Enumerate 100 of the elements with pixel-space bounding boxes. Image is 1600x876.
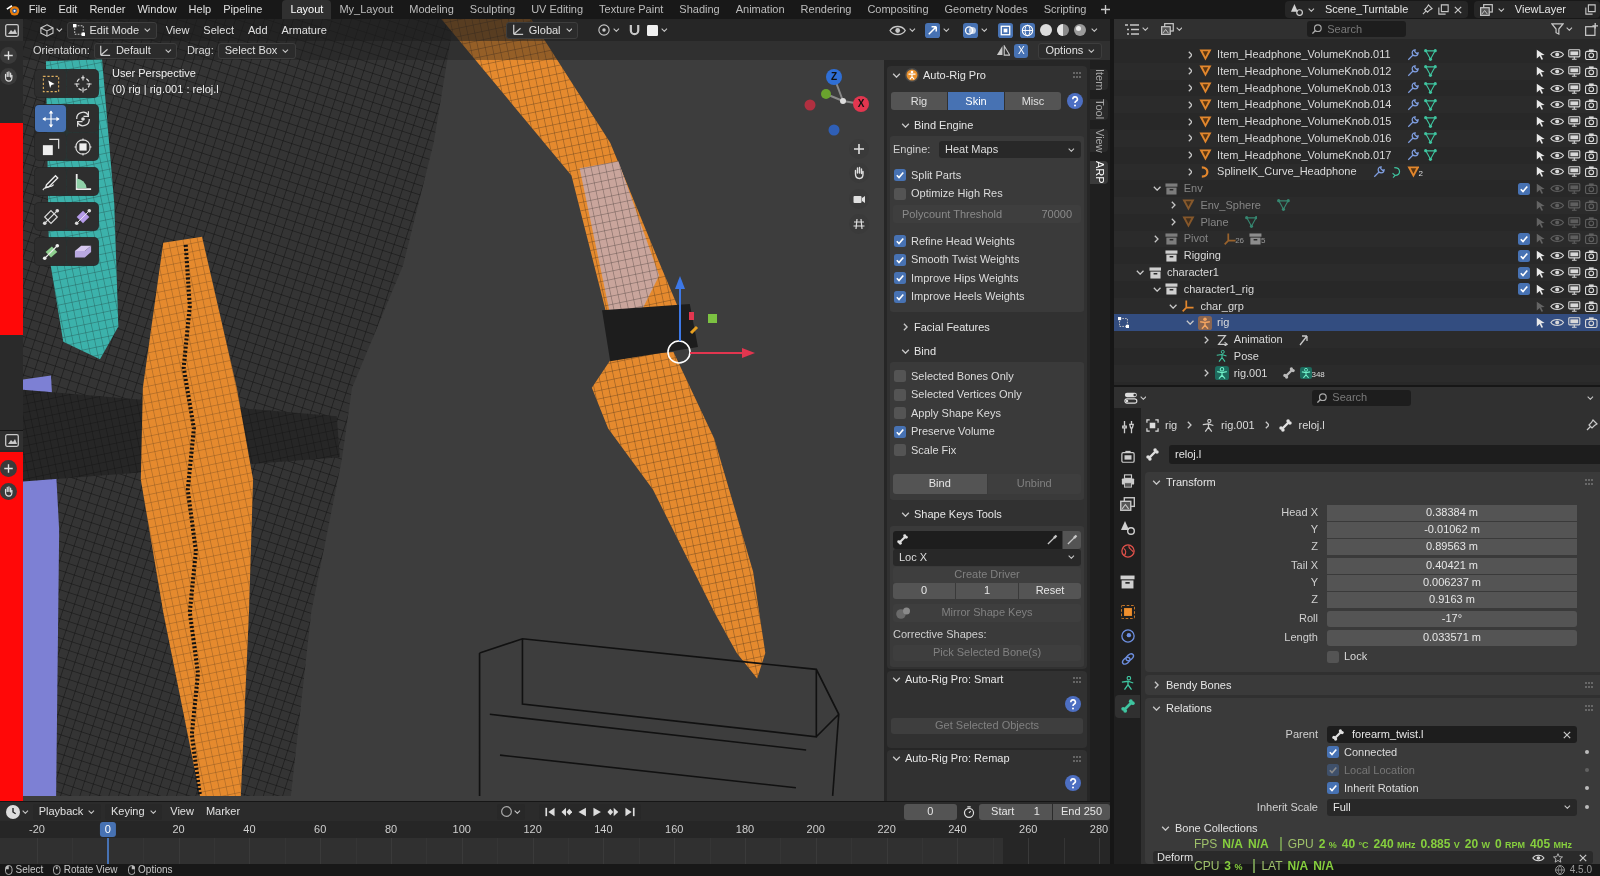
- overlapping-circles-icon[interactable]: [962, 22, 978, 38]
- help-icon[interactable]: [1067, 93, 1083, 109]
- play-reverse-icon[interactable]: [578, 806, 587, 817]
- nested-squares-icon[interactable]: [998, 22, 1014, 38]
- list-icon[interactable]: [1124, 22, 1140, 36]
- eye-icon[interactable]: [1550, 251, 1565, 261]
- panel-title[interactable]: Bind Engine: [914, 119, 974, 131]
- cursor-arrow-icon[interactable]: [1535, 82, 1546, 94]
- diagonal-arrow-icon[interactable]: [925, 22, 941, 38]
- tab[interactable]: Rig: [891, 92, 947, 110]
- chevron-down-icon[interactable]: [901, 122, 910, 128]
- cursor-arrow-icon[interactable]: [1535, 65, 1546, 77]
- number-field[interactable]: 0.89563 m: [1327, 538, 1577, 555]
- help-icon[interactable]: [1065, 774, 1081, 791]
- checkbox[interactable]: [894, 370, 906, 383]
- lit-sphere-icon[interactable]: [1074, 24, 1087, 36]
- workspace-tab[interactable]: UV Editing: [523, 0, 592, 19]
- panel-title[interactable]: Relations: [1166, 702, 1212, 714]
- menu-item[interactable]: Add: [240, 20, 275, 40]
- chevron-down-icon[interactable]: [1185, 320, 1195, 326]
- panel-title[interactable]: Bind: [914, 345, 937, 357]
- workspace-tab[interactable]: Compositing: [859, 0, 937, 19]
- chevron-right-icon[interactable]: [901, 323, 910, 331]
- swatch-icon[interactable]: [646, 24, 658, 36]
- pin-icon[interactable]: [1422, 4, 1434, 15]
- checkbox[interactable]: [1327, 746, 1339, 758]
- skip-start-icon[interactable]: [544, 806, 555, 817]
- workspace-tab[interactable]: Shading: [671, 0, 728, 19]
- panel-title[interactable]: Auto-Rig Pro: [923, 69, 986, 81]
- tool-button[interactable]: [35, 168, 66, 195]
- sidebar-tab[interactable]: Tool: [1090, 99, 1108, 120]
- eye-icon[interactable]: [1550, 133, 1565, 143]
- scene-selector[interactable]: Scene_Turntable: [1285, 1, 1469, 18]
- help-icon[interactable]: [1065, 695, 1081, 712]
- camera-icon[interactable]: [1585, 65, 1598, 77]
- tool-button[interactable]: [35, 133, 66, 160]
- tool-button[interactable]: [35, 238, 66, 265]
- playhead[interactable]: 0: [99, 822, 116, 837]
- hand-icon[interactable]: [0, 483, 17, 500]
- next-keyframe-icon[interactable]: [607, 806, 619, 817]
- cursor-arrow-icon[interactable]: [1535, 317, 1546, 329]
- chevron-down-icon[interactable]: [1135, 270, 1145, 275]
- chevron-right-icon[interactable]: [1171, 201, 1176, 210]
- toggle-switches-icon[interactable]: [1124, 391, 1138, 404]
- clock-icon[interactable]: [6, 804, 20, 819]
- workspace-tab[interactable]: Geometry Nodes: [936, 0, 1036, 19]
- monitor-icon[interactable]: [1568, 267, 1581, 278]
- eye-icon[interactable]: [1550, 66, 1565, 76]
- chevron-right-icon[interactable]: [1187, 84, 1193, 93]
- bone-search-field[interactable]: [893, 530, 1062, 549]
- number-field[interactable]: 0.006237 m: [1327, 574, 1577, 591]
- chevron-right-icon[interactable]: [1187, 151, 1193, 160]
- chevron-down-icon[interactable]: [892, 677, 901, 682]
- transform-gizmo[interactable]: [667, 275, 756, 365]
- tab[interactable]: Misc: [1005, 92, 1061, 110]
- chevron-down-icon[interactable]: [1152, 186, 1161, 192]
- menu-item[interactable]: File: [22, 0, 53, 19]
- number-field[interactable]: 0.38384 m: [1327, 504, 1577, 521]
- camera-icon[interactable]: [1585, 300, 1598, 312]
- eyedropper-icon[interactable]: [1047, 534, 1058, 545]
- monitor-icon[interactable]: [1568, 317, 1581, 329]
- checkbox[interactable]: [894, 290, 906, 303]
- checkbox[interactable]: [1327, 782, 1339, 794]
- monitor-icon[interactable]: [1568, 250, 1581, 262]
- tool-button[interactable]: [67, 203, 98, 230]
- panel-title[interactable]: Facial Features: [914, 321, 990, 333]
- monitor-icon[interactable]: [1568, 149, 1581, 161]
- chevron-down-icon[interactable]: [1161, 825, 1170, 831]
- dot-circle-icon[interactable]: [598, 24, 611, 36]
- view-layer-selector[interactable]: ViewLayer: [1474, 1, 1600, 18]
- workspace-tab[interactable]: My_Layout: [331, 0, 402, 19]
- close-icon[interactable]: [1563, 730, 1571, 739]
- edit-mode-icon[interactable]: [1118, 317, 1129, 329]
- menu-item[interactable]: Edit: [52, 0, 84, 19]
- panel-title[interactable]: Bendy Bones: [1166, 679, 1232, 691]
- play-icon[interactable]: [592, 806, 602, 817]
- star-icon[interactable]: [1553, 852, 1563, 863]
- eyedropper-button[interactable]: [1063, 530, 1081, 549]
- number-field[interactable]: -0.01062 m: [1327, 521, 1577, 538]
- checkbox[interactable]: [894, 388, 906, 401]
- stopwatch-icon[interactable]: [963, 805, 976, 818]
- camera-icon[interactable]: [1585, 250, 1598, 262]
- checkbox[interactable]: [894, 253, 906, 266]
- pin-icon[interactable]: [1586, 419, 1598, 431]
- chevron-right-icon[interactable]: [1187, 67, 1193, 76]
- checkbox[interactable]: [894, 425, 906, 438]
- image-editor-icon[interactable]: [5, 23, 19, 37]
- panel-title[interactable]: Auto-Rig Pro: Smart: [905, 674, 1004, 685]
- cursor-arrow-icon[interactable]: [1535, 116, 1546, 128]
- add-box-icon[interactable]: [1585, 22, 1598, 36]
- checkbox[interactable]: [894, 169, 906, 182]
- images-icon[interactable]: [1160, 23, 1174, 35]
- button[interactable]: Bind: [893, 473, 987, 494]
- eye-icon[interactable]: [1550, 100, 1565, 110]
- panel-title[interactable]: Transform: [1166, 476, 1216, 488]
- tool-button[interactable]: [67, 133, 98, 160]
- workspace-tab[interactable]: Rendering: [792, 0, 860, 19]
- skip-end-icon[interactable]: [624, 806, 635, 817]
- panel-title[interactable]: Shape Keys Tools: [914, 509, 1002, 520]
- chevron-right-icon[interactable]: [1187, 134, 1193, 143]
